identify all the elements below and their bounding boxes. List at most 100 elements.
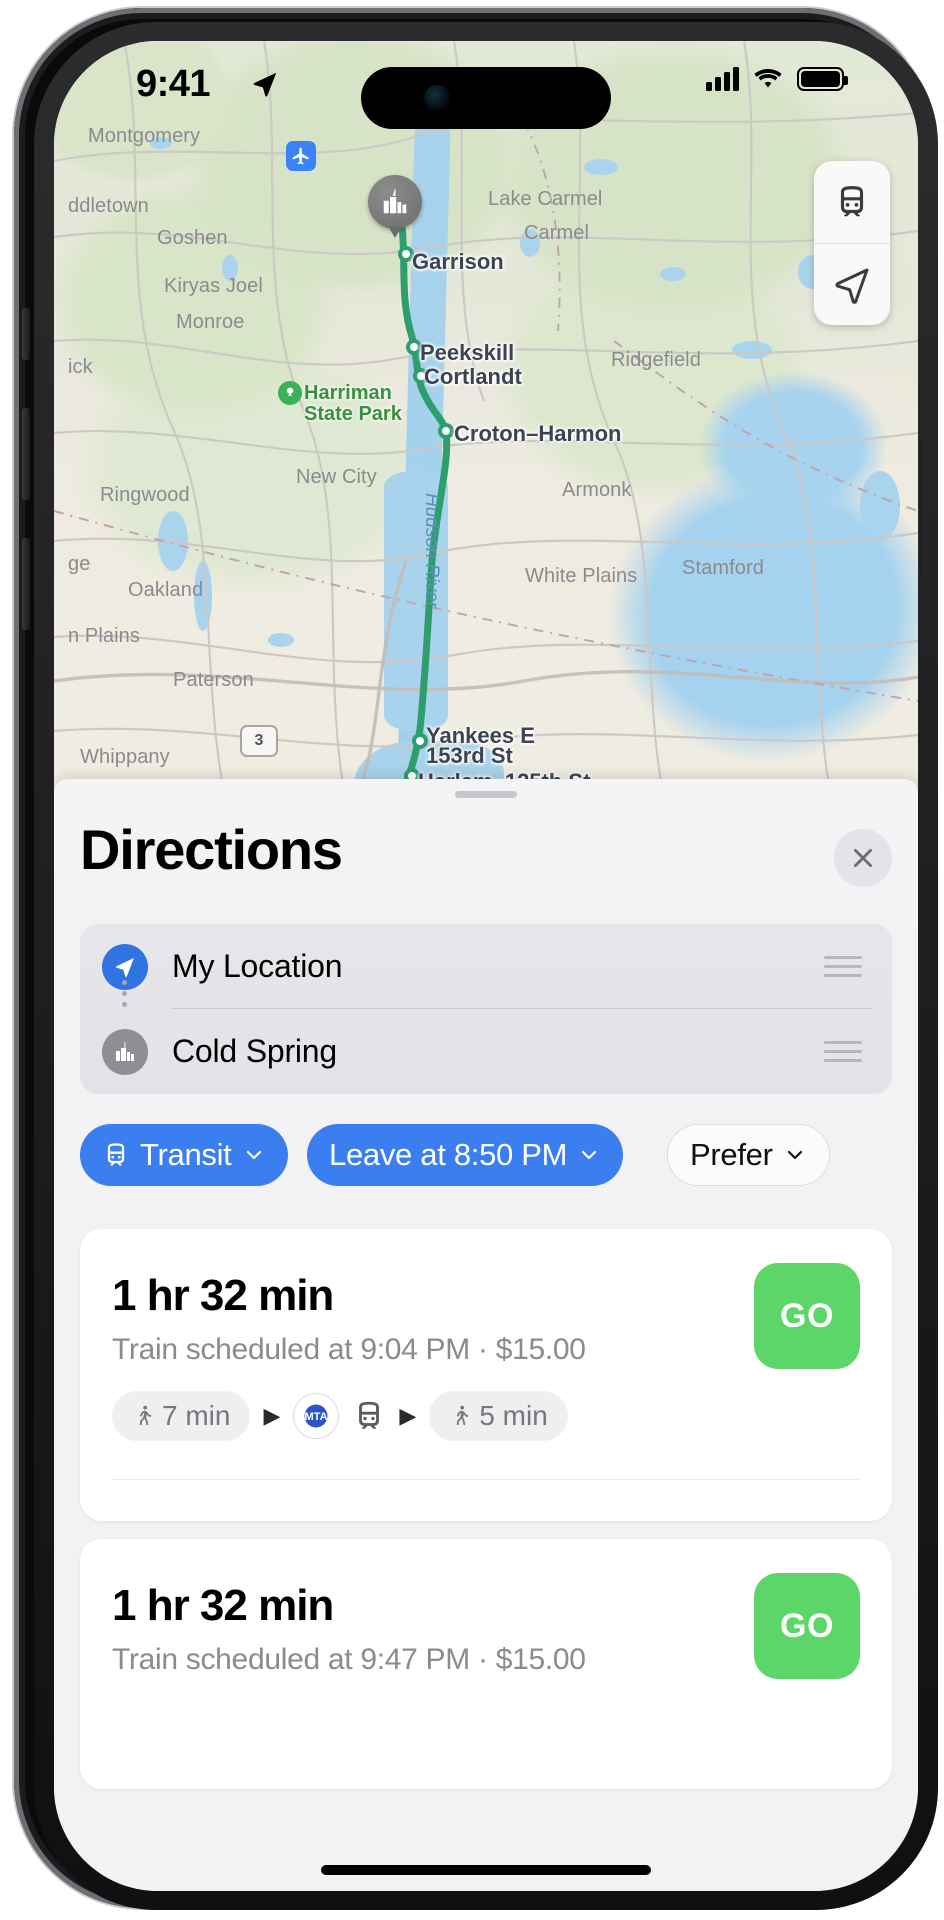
status-time: 9:41: [136, 63, 211, 105]
origin-field[interactable]: My Location: [80, 924, 892, 1009]
phone-frame: Hudson River Montgomery ddletown Goshen …: [14, 8, 938, 1910]
station-label-croton-harmon: Croton–Harmon: [454, 421, 622, 446]
station-label-yankees-line2: 153rd St: [426, 743, 513, 768]
step-separator-icon: ▶: [399, 1403, 417, 1428]
screenshot-root: Hudson River Montgomery ddletown Goshen …: [0, 0, 944, 1920]
location-arrow-icon: [250, 69, 280, 104]
station-label-peekskill: Peekskill: [420, 340, 515, 365]
chevron-down-icon: [582, 1150, 597, 1160]
app-screen: Hudson River Montgomery ddletown Goshen …: [54, 41, 918, 1891]
close-button[interactable]: [834, 829, 892, 887]
map-place-label: Stamford: [682, 557, 764, 579]
route-subtitle: Train scheduled at 9:04 PM · $15.00: [112, 1333, 586, 1366]
volume-down-button[interactable]: [22, 538, 30, 630]
destination-field[interactable]: Cold Spring: [80, 1009, 892, 1094]
map-park-label: State Park: [304, 403, 402, 425]
map-place-label: n Plains: [68, 625, 140, 647]
park-tree-icon: [278, 381, 302, 405]
volume-up-button[interactable]: [22, 408, 30, 500]
transit-mode-label: Transit: [140, 1137, 232, 1172]
train-icon: [107, 1143, 125, 1166]
map-place-label: Goshen: [157, 227, 228, 249]
card-divider: [112, 1479, 860, 1480]
airport-icon: [286, 141, 316, 171]
map-place-label: Monroe: [176, 311, 245, 333]
directions-sheet[interactable]: Directions My Location Cold Spring Trans…: [54, 779, 918, 1891]
train-icon: [840, 186, 864, 217]
mta-logo-icon: MTA: [293, 1393, 340, 1439]
map-place-label: Montgomery: [88, 125, 201, 147]
sheet-grabber[interactable]: [455, 791, 517, 798]
dynamic-island: [361, 67, 611, 129]
route-option-card[interactable]: 1 hr 32 min Train scheduled at 9:47 PM ·…: [80, 1539, 892, 1789]
prefer-pill[interactable]: Prefer: [667, 1124, 830, 1186]
home-indicator[interactable]: [321, 1865, 651, 1875]
map-place-label: Oakland: [128, 579, 204, 601]
signal-bars-icon: [706, 67, 739, 91]
svg-text:MTA: MTA: [305, 1411, 328, 1423]
filter-pill-row[interactable]: Transit Leave at 8:50 PM Prefer: [80, 1124, 892, 1186]
go-button[interactable]: GO: [754, 1263, 860, 1369]
status-indicators: [706, 67, 848, 91]
station-label-cortlandt: Cortlandt: [424, 364, 522, 389]
map-place-label: ge: [68, 553, 91, 575]
map-place-label: Lake Carmel: [488, 188, 603, 210]
route-steps: 7 min ▶ MTA ▶ 5 min: [112, 1391, 568, 1441]
map-park-label: Harriman: [304, 382, 392, 404]
route-endpoints[interactable]: My Location Cold Spring: [80, 924, 892, 1094]
walk-step-label: 7 min: [162, 1400, 231, 1431]
map-river-label: Hudson River: [421, 493, 442, 609]
mta-roundel: MTA: [305, 1404, 328, 1428]
route-dots: [122, 980, 127, 1007]
page-title: Directions: [80, 818, 343, 881]
map-place-label: Whippany: [80, 746, 170, 768]
mute-switch[interactable]: [22, 308, 30, 360]
wifi-icon: [754, 69, 782, 88]
walking-icon: [139, 1405, 152, 1425]
map-place-label: Kiryas Joel: [164, 275, 263, 297]
phone-screen-bezel: Hudson River Montgomery ddletown Goshen …: [54, 41, 918, 1891]
recenter-button[interactable]: [814, 243, 890, 325]
front-camera: [424, 85, 450, 111]
walk-step-label: 5 min: [479, 1400, 548, 1431]
train-icon: [359, 1401, 380, 1429]
map-place-label: Carmel: [524, 222, 590, 244]
destination-value: Cold Spring: [172, 1033, 338, 1069]
map-place-label: ddletown: [68, 195, 149, 217]
navigation-arrow-icon: [835, 268, 869, 304]
go-button[interactable]: GO: [754, 1573, 860, 1679]
highway-shield: 3: [240, 725, 278, 757]
route-duration: 1 hr 32 min: [112, 1271, 334, 1320]
destination-pin[interactable]: [368, 175, 422, 238]
map-view[interactable]: Hudson River Montgomery ddletown Goshen …: [54, 41, 918, 841]
transit-mode-pill[interactable]: Transit: [80, 1124, 288, 1186]
origin-reorder-handle[interactable]: [824, 956, 862, 977]
walk-step-chip: 5 min: [429, 1391, 568, 1441]
map-controls-panel[interactable]: [814, 161, 890, 325]
route-subtitle: Train scheduled at 9:47 PM · $15.00: [112, 1643, 586, 1676]
route-option-card[interactable]: 1 hr 32 min Train scheduled at 9:04 PM ·…: [80, 1229, 892, 1521]
step-separator-icon: ▶: [263, 1403, 281, 1428]
leave-time-label: Leave at 8:50 PM: [329, 1137, 568, 1172]
walk-step-chip: 7 min: [112, 1391, 251, 1441]
leave-time-pill[interactable]: Leave at 8:50 PM: [307, 1124, 624, 1186]
walking-icon: [457, 1405, 469, 1425]
transit-map-button[interactable]: [814, 161, 890, 243]
battery-full-icon: [797, 67, 848, 91]
map-place-label: Paterson: [173, 669, 254, 691]
map-place-label: New City: [296, 466, 377, 488]
destination-reorder-handle[interactable]: [824, 1041, 862, 1062]
buildings-icon: [102, 1028, 148, 1075]
map-place-label: White Plains: [525, 565, 638, 587]
close-icon: [854, 849, 872, 867]
map-place-label: Ringwood: [100, 484, 190, 506]
route-duration: 1 hr 32 min: [112, 1581, 334, 1630]
prefer-label: Prefer: [690, 1137, 773, 1172]
map-place-label: Armonk: [562, 479, 632, 501]
origin-value: My Location: [172, 948, 343, 984]
station-dot-croton-harmon[interactable]: [438, 423, 454, 439]
chevron-down-icon: [246, 1150, 261, 1160]
map-place-label: Ridgefield: [611, 349, 701, 371]
map-place-label: ick: [68, 356, 93, 378]
chevron-down-icon: [787, 1150, 802, 1160]
